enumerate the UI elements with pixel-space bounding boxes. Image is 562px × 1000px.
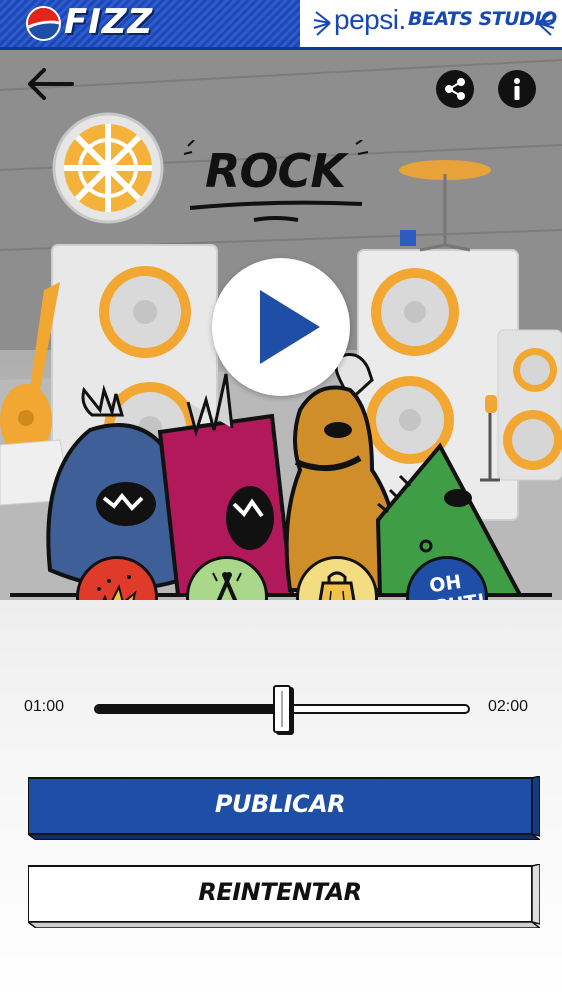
wing-left-icon [313, 11, 331, 36]
share-button[interactable] [436, 70, 474, 108]
publish-button-label: PUBLICAR [214, 790, 346, 818]
info-button[interactable] [498, 70, 536, 108]
retry-button[interactable]: REINTENTAR [28, 864, 540, 928]
timeline-slider-thumb[interactable] [273, 685, 291, 733]
app-header: FIZZ pepsi. BEATS STUDIO [0, 0, 562, 50]
back-button[interactable] [24, 66, 76, 102]
fizz-logo-text: FIZZ [64, 2, 154, 42]
genre-title-text: ROCK [205, 144, 346, 198]
pepsi-globe-logo [26, 6, 61, 41]
share-icon [445, 78, 465, 100]
beats-studio-logo: pepsi. BEATS STUDIO [300, 0, 562, 47]
rock-scene: ROCK OH [0, 50, 562, 600]
timeline-progress [96, 706, 282, 712]
beats-studio-wordmark: BEATS STUDIO [408, 8, 557, 30]
wing-right-icon [537, 11, 555, 36]
dartboard-decor [52, 112, 164, 224]
oh-right-label: OH RIGHT! [409, 568, 485, 600]
pepsi-wordmark: pepsi. [334, 4, 406, 35]
timeline-end-time: 02:00 [488, 698, 529, 715]
sound-pad-cowbell[interactable] [296, 556, 378, 600]
fizz-logo: FIZZ [0, 0, 300, 47]
retry-button-label: REINTENTAR [198, 878, 362, 906]
sound-pad-drumsticks[interactable] [186, 556, 268, 600]
timeline-start-time: 01:00 [24, 698, 65, 715]
arrow-left-icon [28, 68, 74, 100]
explosion-icon [97, 575, 137, 600]
play-icon [260, 290, 320, 364]
genre-title: ROCK [180, 140, 370, 230]
cowbell-icon [318, 571, 356, 600]
publish-button[interactable]: PUBLICAR [28, 776, 540, 840]
drumsticks-icon [212, 572, 242, 600]
sound-pad-explosion[interactable] [76, 556, 158, 600]
play-button[interactable] [212, 258, 350, 396]
info-icon [514, 78, 520, 100]
